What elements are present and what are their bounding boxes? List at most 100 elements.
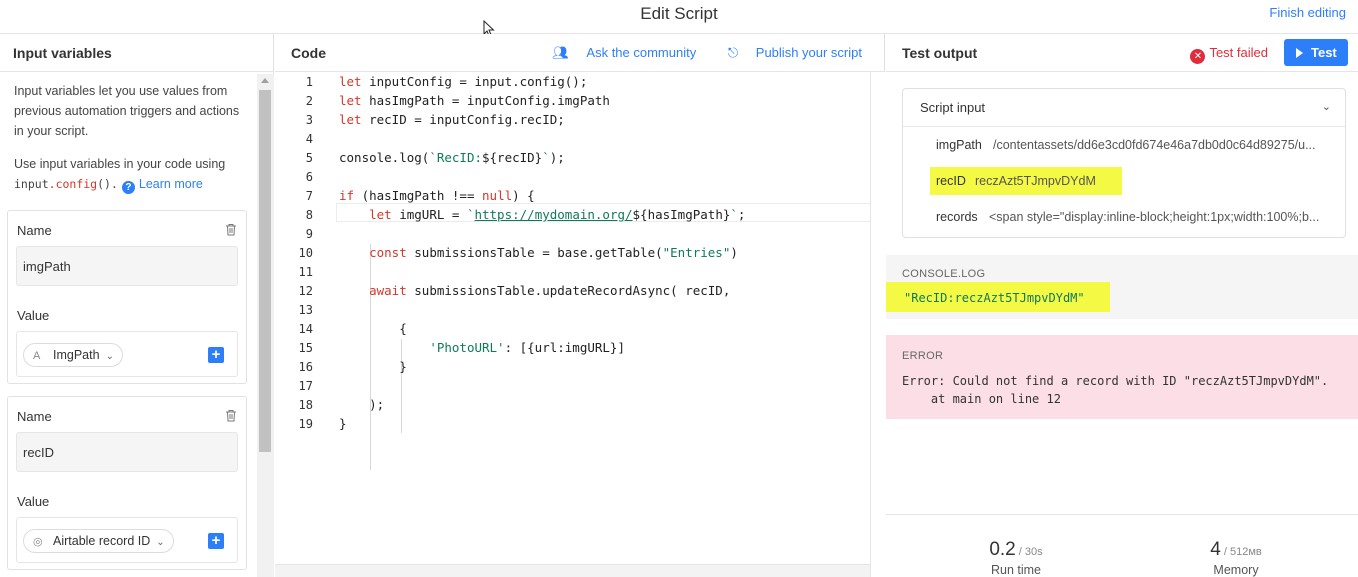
- script-input-row: records <span style="display:inline-bloc…: [903, 199, 1345, 235]
- value-token-pill[interactable]: A ImgPath ⌄: [23, 343, 123, 367]
- variable-value-field[interactable]: ◎ Airtable record ID ⌄ +: [16, 517, 238, 563]
- line-number: 12: [298, 284, 313, 298]
- ask-community-link[interactable]: 👥︎ Ask the community: [538, 45, 696, 60]
- code-line[interactable]: 11: [275, 263, 871, 282]
- scrollbar-thumb[interactable]: [259, 90, 271, 452]
- code-line[interactable]: 12 await submissionsTable.updateRecordAs…: [275, 282, 871, 301]
- code-title: Code: [291, 45, 326, 61]
- code-token: }: [339, 416, 347, 431]
- code-line[interactable]: 6: [275, 168, 871, 187]
- code-line[interactable]: 4: [275, 130, 871, 149]
- line-number: 18: [298, 398, 313, 412]
- run-test-button[interactable]: Test: [1284, 39, 1348, 66]
- code-text: }: [339, 416, 347, 431]
- code-token: !==: [451, 188, 475, 203]
- code-line[interactable]: 19}: [275, 415, 871, 434]
- code-text: let hasImgPath = inputConfig.imgPath: [339, 93, 610, 108]
- help-icon[interactable]: ?: [121, 181, 135, 194]
- code-text: let inputConfig = input.config();: [339, 74, 587, 89]
- trash-icon[interactable]: [225, 223, 237, 236]
- code-line[interactable]: 16 }: [275, 358, 871, 377]
- code-text: 'PhotoURL': [{url:imgURL}]: [339, 340, 625, 355]
- code-line[interactable]: 13: [275, 301, 871, 320]
- console-log-output: "RecID:reczAzt5TJmpvDYdM": [904, 291, 1085, 305]
- code-editor[interactable]: 1 let inputConfig = input.config(); 2 let h…: [275, 72, 884, 564]
- run-time-limit: / 30s: [1015, 546, 1043, 558]
- code-line[interactable]: 1 let inputConfig = input.config();: [275, 73, 871, 92]
- input-variables-panel: Input variables Input variables let you …: [0, 34, 274, 577]
- chevron-down-icon: ⌄: [156, 537, 165, 548]
- code-line[interactable]: 8 let imgURL = ` https://mydomain.org/${h…: [275, 206, 871, 225]
- code-line[interactable]: 18 );: [275, 396, 871, 415]
- code-dot: .: [48, 177, 56, 191]
- code-token: `RecID:: [429, 150, 482, 165]
- test-output-header: Test output ✕ Test failed Test: [886, 34, 1358, 72]
- learn-more-link[interactable]: Learn more: [139, 177, 203, 191]
- input-value: /contentassets/dd6e3cd0fd674e46a7db0d0c6…: [993, 138, 1316, 152]
- code-token: imgURL =: [391, 207, 467, 222]
- usage-text: Use input variables in your code using: [14, 157, 226, 171]
- add-value-button[interactable]: +: [208, 533, 224, 549]
- value-token-pill[interactable]: ◎ Airtable record ID ⌄: [23, 529, 174, 553]
- value-label: Value: [17, 494, 50, 509]
- value-label: Value: [17, 308, 50, 323]
- code-vertical-scrollbar[interactable]: [870, 72, 885, 577]
- code-line[interactable]: 7 if (hasImgPath !== null) {: [275, 187, 871, 206]
- finish-editing-link[interactable]: Finish editing: [1269, 5, 1346, 20]
- record-id-icon: ◎: [33, 536, 43, 548]
- line-number: 7: [305, 189, 313, 203]
- add-value-button[interactable]: +: [208, 347, 224, 363]
- code-line[interactable]: 17: [275, 377, 871, 396]
- chevron-down-icon: ⌄: [105, 351, 114, 362]
- input-variable-card: Name imgPath Value A ImgPath ⌄ +: [7, 210, 247, 384]
- script-input-toggle[interactable]: Script input ⌄: [903, 89, 1345, 127]
- input-variable-card: Name recID Value ◎ Airtable record ID ⌄ +: [7, 396, 247, 570]
- code-line[interactable]: 14 {: [275, 320, 871, 339]
- code-line[interactable]: 15 'PhotoURL': [{url:imgURL}]: [275, 339, 871, 358]
- code-token: 'PhotoURL': [429, 340, 505, 355]
- variable-name-input[interactable]: imgPath: [16, 246, 238, 286]
- code-line[interactable]: 2 let hasImgPath = inputConfig.imgPath: [275, 92, 871, 111]
- code-input: input: [14, 177, 49, 191]
- value-token-label: Airtable record ID: [53, 534, 151, 548]
- run-stats: 0.2 / 30s Run time 4 / 512мв Memory: [886, 514, 1358, 577]
- error-message: Error: Could not find a record with ID "…: [902, 374, 1329, 406]
- code-token: recID = inputConfig.recID;: [361, 112, 565, 127]
- code-line[interactable]: 3 let recID = inputConfig.recID;: [275, 111, 871, 130]
- variable-name-input[interactable]: recID: [16, 432, 238, 472]
- code-token: let: [339, 74, 362, 89]
- console-log-section: CONSOLE.LOG "RecID:reczAzt5TJmpvDYdM": [886, 255, 1358, 319]
- error-label: ERROR: [902, 350, 944, 362]
- line-number: 3: [305, 113, 313, 127]
- code-line[interactable]: 9: [275, 225, 871, 244]
- left-scrollbar[interactable]: [257, 74, 274, 577]
- variable-value-field[interactable]: A ImgPath ⌄ +: [16, 331, 238, 377]
- memory-value: 4: [1210, 539, 1221, 560]
- line-number: 9: [305, 227, 313, 241]
- code-horizontal-scrollbar[interactable]: [275, 564, 870, 577]
- code-token: ${recID}: [482, 150, 543, 165]
- input-variables-usage: Use input variables in your code using i…: [14, 154, 250, 194]
- publish-icon: ⎋: [727, 45, 739, 60]
- line-number: 19: [298, 417, 313, 431]
- code-line[interactable]: 10 const submissionsTable = base.getTabl…: [275, 244, 871, 263]
- publish-script-link[interactable]: ⎋ Publish your script: [714, 45, 862, 60]
- chevron-down-icon: ⌄: [1321, 101, 1331, 113]
- trash-icon[interactable]: [225, 409, 237, 422]
- code-token: let: [339, 112, 362, 127]
- input-key: imgPath: [936, 138, 982, 152]
- code-paren: ().: [97, 177, 118, 191]
- code-token: : [{url:imgURL}]: [504, 340, 625, 355]
- text-field-icon: A: [33, 350, 41, 362]
- scroll-up-icon[interactable]: [261, 78, 269, 83]
- line-number: 11: [298, 265, 313, 279]
- code-text: const submissionsTable = base.getTable("…: [339, 245, 738, 260]
- code-token: ${hasImgPath}: [632, 207, 731, 222]
- line-number: 8: [305, 208, 313, 222]
- code-line[interactable]: 5 console.log(`RecID:${recID}`);: [275, 149, 871, 168]
- input-variables-description: Input variables let you use values from …: [14, 84, 240, 138]
- console-log-label: CONSOLE.LOG: [902, 268, 986, 280]
